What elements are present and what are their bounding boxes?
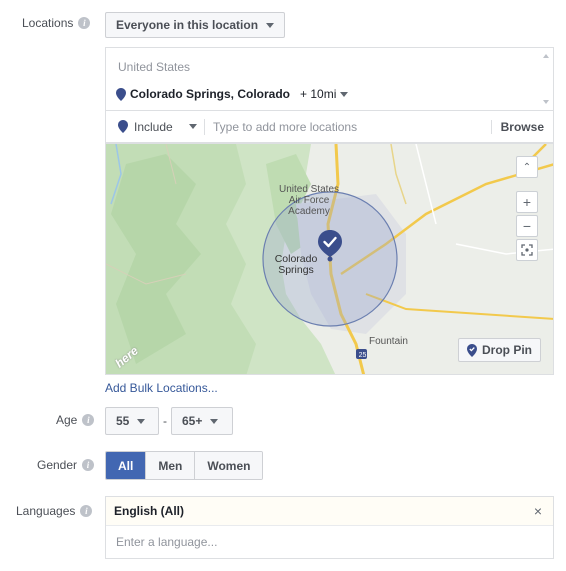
collapse-map-button[interactable]: ⌃ xyxy=(516,156,538,178)
recenter-button[interactable] xyxy=(516,239,538,261)
age-max-value: 65+ xyxy=(182,414,203,428)
map-label-academy: United States Air Force Academy xyxy=(278,184,340,217)
map-label-city: Colorado Springs xyxy=(274,253,318,276)
gender-option-women[interactable]: Women xyxy=(194,452,263,479)
audience-location-select-label: Everyone in this location xyxy=(116,18,259,32)
scroll-up-icon[interactable] xyxy=(543,54,549,58)
chevron-down-icon xyxy=(266,22,275,28)
languages-label: Languages i xyxy=(16,504,93,518)
location-map[interactable]: United States Air Force Academy Colorado… xyxy=(105,143,554,375)
scroll-down-icon[interactable] xyxy=(543,100,549,104)
location-pin-icon xyxy=(118,120,128,133)
zoom-in-icon: + xyxy=(522,194,532,210)
age-min-select[interactable]: 55 xyxy=(105,407,159,435)
location-search-bar: Include Browse xyxy=(105,111,554,143)
chevron-down-icon xyxy=(188,124,197,129)
age-label-text: Age xyxy=(56,413,78,427)
recenter-icon xyxy=(521,244,533,256)
gender-option-all[interactable]: All xyxy=(106,452,146,479)
locations-label-text: Locations xyxy=(22,16,74,30)
include-exclude-select[interactable]: Include xyxy=(106,120,204,134)
info-icon[interactable]: i xyxy=(80,505,93,517)
gender-segmented-control: All Men Women xyxy=(105,451,264,480)
age-label: Age i xyxy=(56,413,95,427)
location-pin-icon xyxy=(467,343,477,357)
locations-label: Locations i xyxy=(22,16,91,30)
gender-label-text: Gender xyxy=(37,458,78,472)
highway-shield-label: 25 xyxy=(358,352,367,359)
age-range-separator: - xyxy=(163,414,167,428)
languages-field: English (All) × xyxy=(105,496,554,559)
radius-select[interactable]: + 10mi xyxy=(300,87,349,101)
zoom-out-button[interactable]: − xyxy=(516,215,538,237)
chevron-down-icon xyxy=(137,418,146,424)
radius-value: + 10mi xyxy=(300,87,337,101)
zoom-in-button[interactable]: + xyxy=(516,191,538,213)
browse-button[interactable]: Browse xyxy=(490,119,553,134)
map-label-fountain: Fountain xyxy=(369,336,408,347)
chevron-down-icon xyxy=(210,418,219,424)
language-search-input[interactable] xyxy=(114,534,514,550)
zoom-out-icon: − xyxy=(522,218,532,234)
selected-locations-list: United States Colorado Springs, Colorado… xyxy=(105,47,554,111)
chevron-down-icon xyxy=(340,91,349,97)
add-bulk-locations-link[interactable]: Add Bulk Locations... xyxy=(105,381,218,395)
age-max-select[interactable]: 65+ xyxy=(171,407,233,435)
audience-location-select[interactable]: Everyone in this location xyxy=(105,12,286,38)
close-icon[interactable]: × xyxy=(534,503,542,519)
drop-pin-label: Drop Pin xyxy=(482,343,532,357)
chevron-up-icon: ⌃ xyxy=(522,161,532,173)
selected-location-name: Colorado Springs, Colorado xyxy=(130,87,291,101)
include-label: Include xyxy=(134,119,173,134)
country-heading: United States xyxy=(118,60,191,74)
selected-language: English (All) xyxy=(106,497,553,526)
selected-location-item: Colorado Springs, Colorado + 10mi xyxy=(116,87,349,101)
languages-label-text: Languages xyxy=(16,504,76,518)
info-icon[interactable]: i xyxy=(82,459,95,471)
location-search-input[interactable] xyxy=(205,118,491,135)
age-min-value: 55 xyxy=(116,414,130,428)
drop-pin-button[interactable]: Drop Pin xyxy=(458,338,541,362)
location-pin-icon xyxy=(116,88,126,101)
info-icon[interactable]: i xyxy=(78,17,91,29)
gender-option-men[interactable]: Men xyxy=(145,452,195,479)
info-icon[interactable]: i xyxy=(82,414,95,426)
gender-label: Gender i xyxy=(37,458,95,472)
